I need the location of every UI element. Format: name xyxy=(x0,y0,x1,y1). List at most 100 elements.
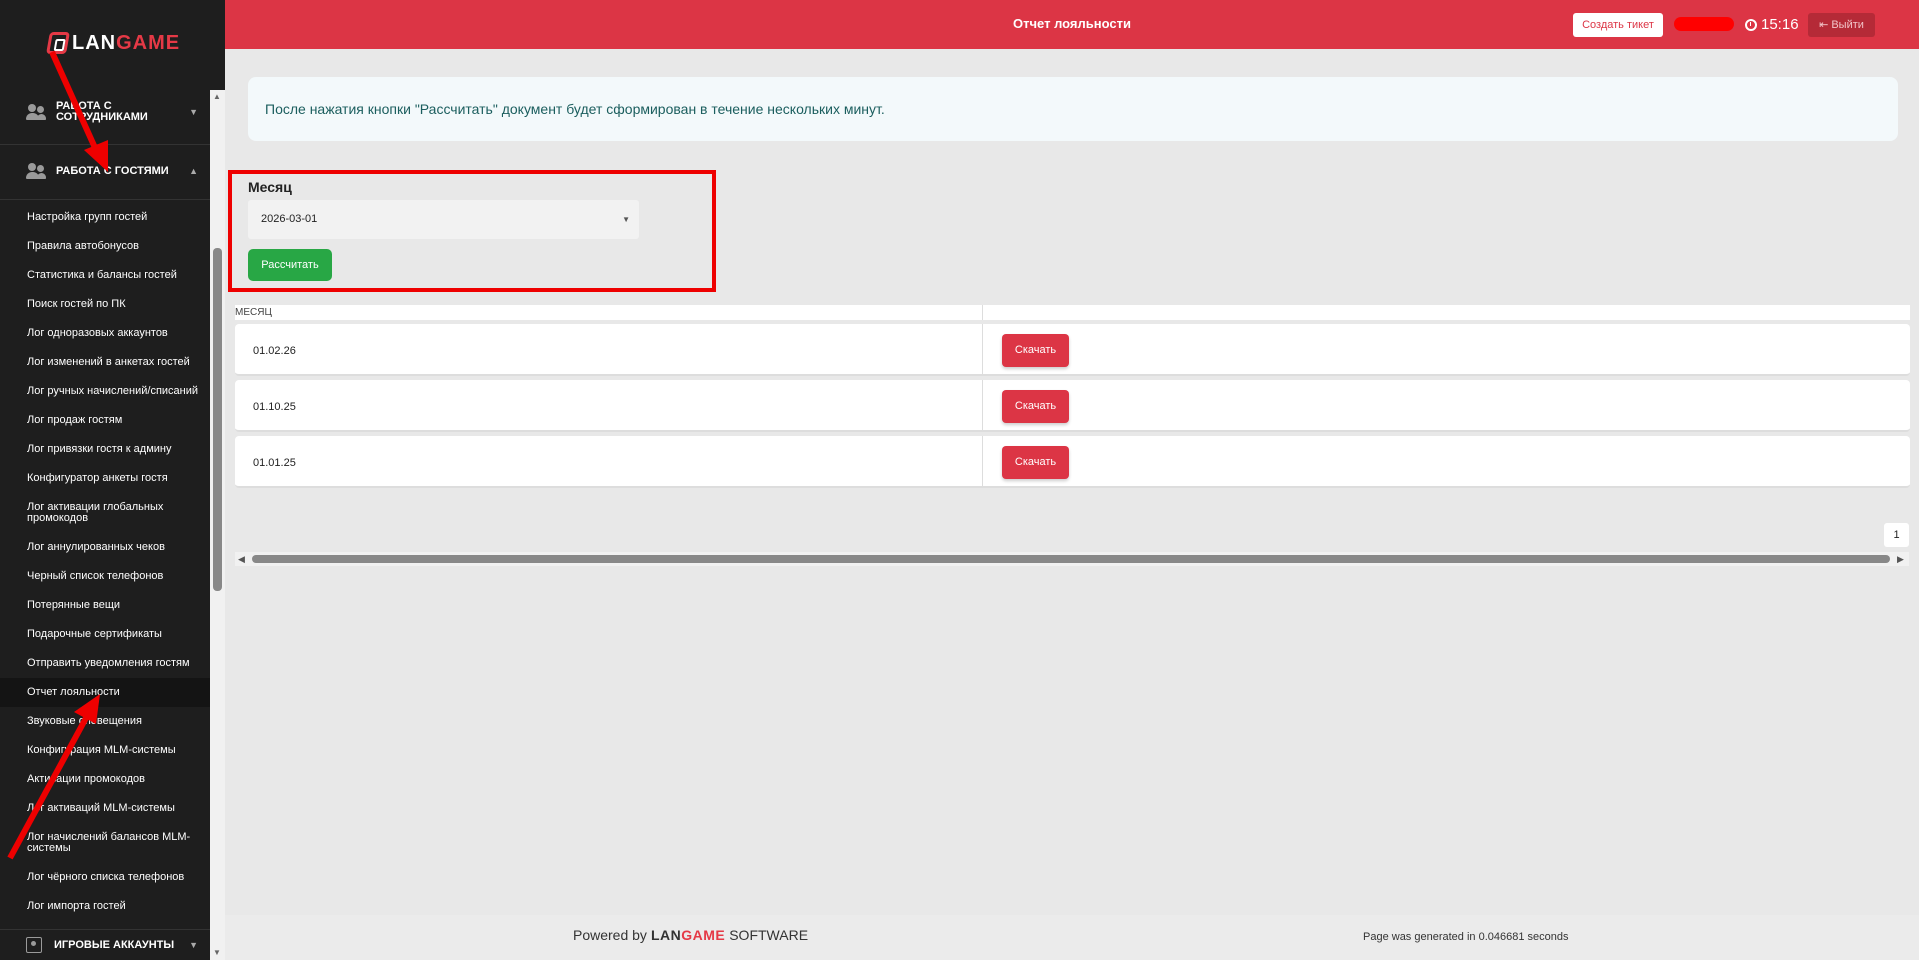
divider xyxy=(0,144,210,145)
sidebar-item-profile-changes[interactable]: Лог изменений в анкетах гостей xyxy=(0,348,210,377)
sidebar-item-label: Лог аннулированных чеков xyxy=(27,541,165,553)
nav-group-game-accounts[interactable]: Игровые аккаунты ▼ xyxy=(0,929,210,960)
table-horizontal-scrollbar[interactable]: ◀ ▶ xyxy=(235,552,1909,566)
sidebar-item-guest-import-log[interactable]: Лог импорта гостей xyxy=(0,892,210,921)
scroll-down-arrow-icon[interactable]: ▼ xyxy=(213,948,221,957)
nav-group-staff[interactable]: Работа с сотрудниками ▼ xyxy=(0,97,210,127)
sidebar-item-label: Лог начислений балансов MLM-системы xyxy=(27,831,191,854)
row-date: 01.02.26 xyxy=(253,345,296,357)
sidebar-item-label: Лог ручных начислений/списаний xyxy=(27,385,199,397)
nav-group-staff-label: Работа с сотрудниками xyxy=(56,100,148,123)
sidebar-item-guest-sales[interactable]: Лог продаж гостям xyxy=(0,406,210,435)
logout-button[interactable]: ⇤ Выйти xyxy=(1808,13,1875,37)
sidebar-item-label: Настройка групп гостей xyxy=(27,211,148,223)
sidebar-item-lost-items[interactable]: Потерянные вещи xyxy=(0,591,210,620)
clock-time: 15:16 xyxy=(1761,16,1799,33)
sidebar-item-guest-groups[interactable]: Настройка групп гостей xyxy=(0,203,210,232)
users-icon xyxy=(26,104,46,120)
sidebar-item-label: Потерянные вещи xyxy=(27,599,121,611)
sidebar-item-label: Поиск гостей по ПК xyxy=(27,298,126,310)
sidebar-item-label: Подарочные сертификаты xyxy=(27,628,162,640)
powered-by: Powered by LANGAME SOFTWARE xyxy=(573,927,808,943)
redacted-user-name xyxy=(1674,17,1734,31)
table-row: 01.02.26 Скачать xyxy=(235,324,1910,376)
download-button[interactable]: Скачать xyxy=(1002,446,1069,479)
table-header: МЕСЯЦ xyxy=(235,305,1910,320)
sidebar-item-label: Отчет лояльности xyxy=(27,686,120,698)
download-button[interactable]: Скачать xyxy=(1002,390,1069,423)
nav-group-guests[interactable]: Работа с гостями ▲ xyxy=(0,160,210,182)
sidebar-item-global-promo-log[interactable]: Лог активации глобальных промокодов xyxy=(0,493,210,533)
download-button[interactable]: Скачать xyxy=(1002,334,1069,367)
sidebar-item-label: Конфигуратор анкеты гостя xyxy=(27,472,168,484)
sidebar-item-label: Активации промокодов xyxy=(27,773,146,785)
sidebar-item-mlm-balance-log[interactable]: Лог начислений балансов MLM-системы xyxy=(0,823,210,863)
sidebar-item-cancelled-checks[interactable]: Лог аннулированных чеков xyxy=(0,533,210,562)
sidebar-item-manual-charges[interactable]: Лог ручных начислений/списаний xyxy=(0,377,210,406)
column-separator xyxy=(982,324,983,376)
sidebar-item-gift-certificates[interactable]: Подарочные сертификаты xyxy=(0,620,210,649)
chevron-down-icon: ▼ xyxy=(189,940,198,950)
table-row: 01.01.25 Скачать xyxy=(235,436,1910,488)
sidebar-scrollbar[interactable]: ▲ ▼ xyxy=(210,90,225,960)
sidebar-item-label: Лог активации глобальных промокодов xyxy=(27,501,164,524)
sidebar-item-phone-blacklist[interactable]: Черный список телефонов xyxy=(0,562,210,591)
reports-table: МЕСЯЦ 01.02.26 Скачать 01.10.25 Скачать … xyxy=(235,305,1910,488)
logo[interactable]: LANGAME xyxy=(46,30,181,56)
sidebar-item-guest-stats[interactable]: Статистика и балансы гостей xyxy=(0,261,210,290)
sidebar-item-guest-admin-link[interactable]: Лог привязки гостя к админу xyxy=(0,435,210,464)
sidebar-item-mlm-config[interactable]: Конфигурация MLM-системы xyxy=(0,736,210,765)
sidebar-item-label: Лог импорта гостей xyxy=(27,900,126,912)
sidebar-item-blacklist-log[interactable]: Лог чёрного списка телефонов xyxy=(0,863,210,892)
sidebar-item-label: Лог привязки гостя к админу xyxy=(27,443,172,455)
sidebar-item-label: Лог чёрного списка телефонов xyxy=(27,871,185,883)
sidebar-item-profile-configurator[interactable]: Конфигуратор анкеты гостя xyxy=(0,464,210,493)
powered-by-suffix: SOFTWARE xyxy=(729,927,809,943)
month-label: Месяц xyxy=(248,179,292,195)
footer-brand: LANGAME xyxy=(650,927,726,943)
sidebar-item-promo-activations[interactable]: Активации промокодов xyxy=(0,765,210,794)
row-date: 01.01.25 xyxy=(253,457,296,469)
scroll-up-arrow-icon[interactable]: ▲ xyxy=(213,92,221,101)
sidebar-item-autobonus-rules[interactable]: Правила автобонусов xyxy=(0,232,210,261)
sidebar-item-label: Конфигурация MLM-системы xyxy=(27,744,176,756)
clock-icon xyxy=(1745,18,1757,31)
logo-text: LANGAME xyxy=(72,31,181,54)
scroll-right-arrow-icon[interactable]: ▶ xyxy=(1897,554,1904,565)
sidebar-item-guest-search-pc[interactable]: Поиск гостей по ПК xyxy=(0,290,210,319)
divider xyxy=(0,199,210,200)
sidebar-item-onetime-accounts[interactable]: Лог одноразовых аккаунтов xyxy=(0,319,210,348)
create-ticket-button[interactable]: Создать тикет xyxy=(1573,13,1663,37)
nav-group-game-accounts-label: Игровые аккаунты xyxy=(54,939,175,951)
column-header-month: МЕСЯЦ xyxy=(235,307,272,318)
horizontal-scrollbar-thumb[interactable] xyxy=(252,555,1890,563)
sidebar-item-send-notifications[interactable]: Отправить уведомления гостям xyxy=(0,649,210,678)
powered-by-prefix: Powered by xyxy=(573,927,647,943)
logout-icon: ⇤ xyxy=(1819,19,1829,31)
pagination-page-1[interactable]: 1 xyxy=(1884,523,1909,547)
month-select[interactable]: 2026-03-01 ▼ xyxy=(248,200,639,239)
scroll-left-arrow-icon[interactable]: ◀ xyxy=(238,554,245,565)
account-icon xyxy=(26,937,42,953)
sidebar-item-label: Статистика и балансы гостей xyxy=(27,269,177,281)
guests-submenu: Настройка групп гостей Правила автобонус… xyxy=(0,203,210,921)
month-select-value: 2026-03-01 xyxy=(261,213,318,225)
sidebar-item-label: Лог изменений в анкетах гостей xyxy=(27,356,190,368)
nav-group-guests-label: Работа с гостями xyxy=(56,164,169,177)
sidebar-scrollbar-thumb[interactable] xyxy=(213,248,222,591)
users-icon xyxy=(26,163,46,179)
sidebar-item-label: Отправить уведомления гостям xyxy=(27,657,190,669)
caret-down-icon: ▼ xyxy=(622,215,630,224)
chevron-down-icon: ▼ xyxy=(189,106,198,117)
sidebar-item-loyalty-report[interactable]: Отчет лояльности xyxy=(0,678,210,707)
sidebar-item-sound-alerts[interactable]: Звуковые оповещения xyxy=(0,707,210,736)
generation-time: Page was generated in 0.046681 seconds xyxy=(1363,931,1569,943)
logout-label: Выйти xyxy=(1831,19,1864,31)
page-title: Отчет лояльности xyxy=(1013,16,1131,31)
calculate-button[interactable]: Рассчитать xyxy=(248,249,332,281)
sidebar-item-mlm-activations-log[interactable]: Лог активаций MLM-системы xyxy=(0,794,210,823)
sidebar-item-label: Лог активаций MLM-системы xyxy=(27,802,175,814)
footer: Powered by LANGAME SOFTWARE Page was gen… xyxy=(225,915,1919,960)
sidebar: LANGAME Работа с сотрудниками ▼ Работа с… xyxy=(0,0,225,960)
column-separator xyxy=(982,380,983,432)
